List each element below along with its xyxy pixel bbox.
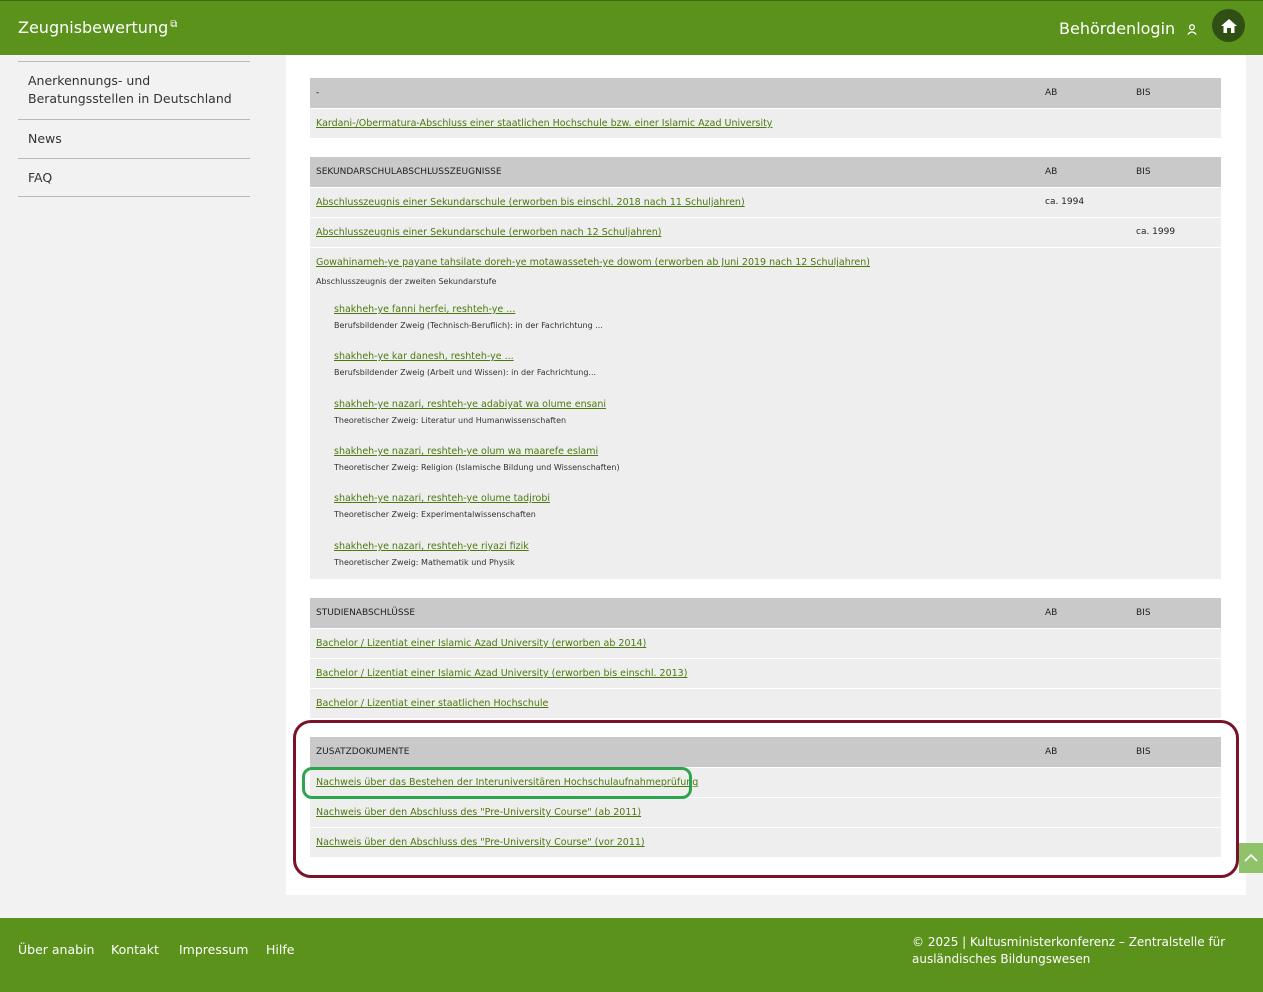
- sub-document-description: Theoretischer Zweig: Mathematik und Phys…: [334, 558, 515, 567]
- col-ab: AB: [1045, 88, 1058, 98]
- sidebar: Anerkennungs- und Beratungsstellen in De…: [18, 61, 250, 197]
- brand-link[interactable]: Zeugnisbewertung ⧉: [18, 18, 177, 37]
- sub-item: shakheh-ye nazari, reshteh-ye olum wa ma…: [334, 446, 620, 472]
- section-degrees: STUDIENABSCHLÜSSE AB BIS Bachelor / Lize…: [310, 598, 1221, 718]
- col-ab: AB: [1045, 167, 1058, 177]
- sub-item: shakheh-ye nazari, reshteh-ye riyazi fiz…: [334, 541, 529, 567]
- col-bis: BIS: [1136, 167, 1151, 177]
- document-link[interactable]: Kardani-/Obermatura-Abschluss einer staa…: [316, 118, 772, 129]
- user-icon: [1187, 20, 1197, 35]
- copyright: © 2025 | Kultusministerkonferenz – Zentr…: [912, 935, 1226, 966]
- table-row: Kardani-/Obermatura-Abschluss einer staa…: [310, 108, 1221, 138]
- chevron-up-icon: [1244, 853, 1258, 862]
- sub-document-description: Theoretischer Zweig: Religion (Islamisch…: [334, 463, 620, 472]
- section-secondary-certificates: SEKUNDARSCHULABSCHLUSSZEUGNISSE AB BIS A…: [310, 157, 1221, 579]
- document-description: Abschlusszeugnis der zweiten Sekundarstu…: [316, 277, 497, 286]
- document-link[interactable]: Bachelor / Lizentiat einer Islamic Azad …: [316, 668, 687, 679]
- sidebar-item-news[interactable]: News: [18, 119, 250, 158]
- home-icon: [1220, 18, 1237, 33]
- section-header: - AB BIS: [310, 78, 1221, 108]
- footer-link-imprint[interactable]: Impressum: [179, 942, 248, 957]
- bis-value: ca. 1999: [1136, 227, 1176, 237]
- sidebar-item-label: FAQ: [28, 170, 53, 185]
- col-ab: AB: [1045, 608, 1058, 618]
- sub-item: shakheh-ye nazari, reshteh-ye adabiyat w…: [334, 399, 606, 425]
- scroll-top-button[interactable]: [1239, 843, 1263, 873]
- col-bis: BIS: [1136, 88, 1151, 98]
- authority-login-link[interactable]: Behördenlogin: [1059, 19, 1197, 38]
- sub-document-link[interactable]: shakheh-ye nazari, reshteh-ye olum wa ma…: [334, 446, 598, 457]
- home-button[interactable]: [1212, 9, 1245, 42]
- section-misc: - AB BIS Kardani-/Obermatura-Abschluss e…: [310, 78, 1221, 138]
- login-label: Behördenlogin: [1059, 19, 1176, 38]
- sidebar-item-recognition-offices[interactable]: Anerkennungs- und Beratungsstellen in De…: [18, 61, 250, 119]
- col-bis: BIS: [1136, 608, 1151, 618]
- sidebar-item-label: Anerkennungs- und Beratungsstellen in De…: [28, 73, 232, 106]
- table-row: Bachelor / Lizentiat einer staatlichen H…: [310, 688, 1221, 718]
- document-link[interactable]: Bachelor / Lizentiat einer staatlichen H…: [316, 698, 548, 709]
- external-link-icon: ⧉: [170, 18, 178, 30]
- document-link[interactable]: Abschlusszeugnis einer Sekundarschule (e…: [316, 227, 661, 238]
- sidebar-item-label: News: [28, 131, 62, 146]
- sub-item: shakheh-ye nazari, reshteh-ye olume tadj…: [334, 493, 550, 519]
- sub-item: shakheh-ye kar danesh, reshteh-ye ... Be…: [334, 351, 596, 377]
- footer: Über anabin Kontakt Impressum Hilfe © 20…: [0, 918, 1263, 992]
- ab-value: ca. 1994: [1045, 197, 1085, 207]
- sub-document-link[interactable]: shakheh-ye nazari, reshteh-ye olume tadj…: [334, 493, 550, 504]
- document-link[interactable]: Bachelor / Lizentiat einer Islamic Azad …: [316, 638, 646, 649]
- red-highlight-annotation: [293, 720, 1239, 878]
- section-header: SEKUNDARSCHULABSCHLUSSZEUGNISSE AB BIS: [310, 157, 1221, 187]
- table-row: Abschlusszeugnis einer Sekundarschule (e…: [310, 187, 1221, 217]
- section-title: SEKUNDARSCHULABSCHLUSSZEUGNISSE: [316, 167, 502, 177]
- sub-document-description: Berufsbildender Zweig (Arbeit und Wissen…: [334, 368, 597, 377]
- sub-item: shakheh-ye fanni herfei, reshteh-ye ... …: [334, 304, 603, 330]
- sub-document-description: Berufsbildender Zweig (Technisch-Berufli…: [334, 321, 603, 330]
- sub-document-link[interactable]: shakheh-ye kar danesh, reshteh-ye ...: [334, 351, 514, 362]
- section-title: STUDIENABSCHLÜSSE: [316, 608, 416, 618]
- document-link[interactable]: Abschlusszeugnis einer Sekundarschule (e…: [316, 197, 745, 208]
- green-highlight-annotation: [302, 767, 692, 799]
- table-row-group: Gowahinameh-ye payane tahsilate doreh-ye…: [310, 247, 1221, 579]
- table-row: Abschlusszeugnis einer Sekundarschule (e…: [310, 217, 1221, 247]
- footer-link-help[interactable]: Hilfe: [266, 942, 294, 957]
- footer-link-contact[interactable]: Kontakt: [111, 942, 159, 957]
- document-link[interactable]: Gowahinameh-ye payane tahsilate doreh-ye…: [316, 257, 870, 268]
- sidebar-item-faq[interactable]: FAQ: [18, 158, 250, 197]
- section-title: -: [316, 88, 320, 98]
- brand-label: Zeugnisbewertung: [18, 18, 169, 37]
- sub-document-link[interactable]: shakheh-ye fanni herfei, reshteh-ye ...: [334, 304, 515, 315]
- sub-document-description: Theoretischer Zweig: Literatur und Human…: [334, 416, 567, 425]
- section-header: STUDIENABSCHLÜSSE AB BIS: [310, 598, 1221, 628]
- table-row: Bachelor / Lizentiat einer Islamic Azad …: [310, 628, 1221, 658]
- top-bar: Zeugnisbewertung ⧉ Behördenlogin: [0, 0, 1263, 55]
- sub-document-description: Theoretischer Zweig: Experimentalwissens…: [334, 510, 536, 519]
- sub-document-link[interactable]: shakheh-ye nazari, reshteh-ye riyazi fiz…: [334, 541, 529, 552]
- table-row: Bachelor / Lizentiat einer Islamic Azad …: [310, 658, 1221, 688]
- footer-link-about[interactable]: Über anabin: [18, 942, 94, 957]
- sub-document-link[interactable]: shakheh-ye nazari, reshteh-ye adabiyat w…: [334, 399, 606, 410]
